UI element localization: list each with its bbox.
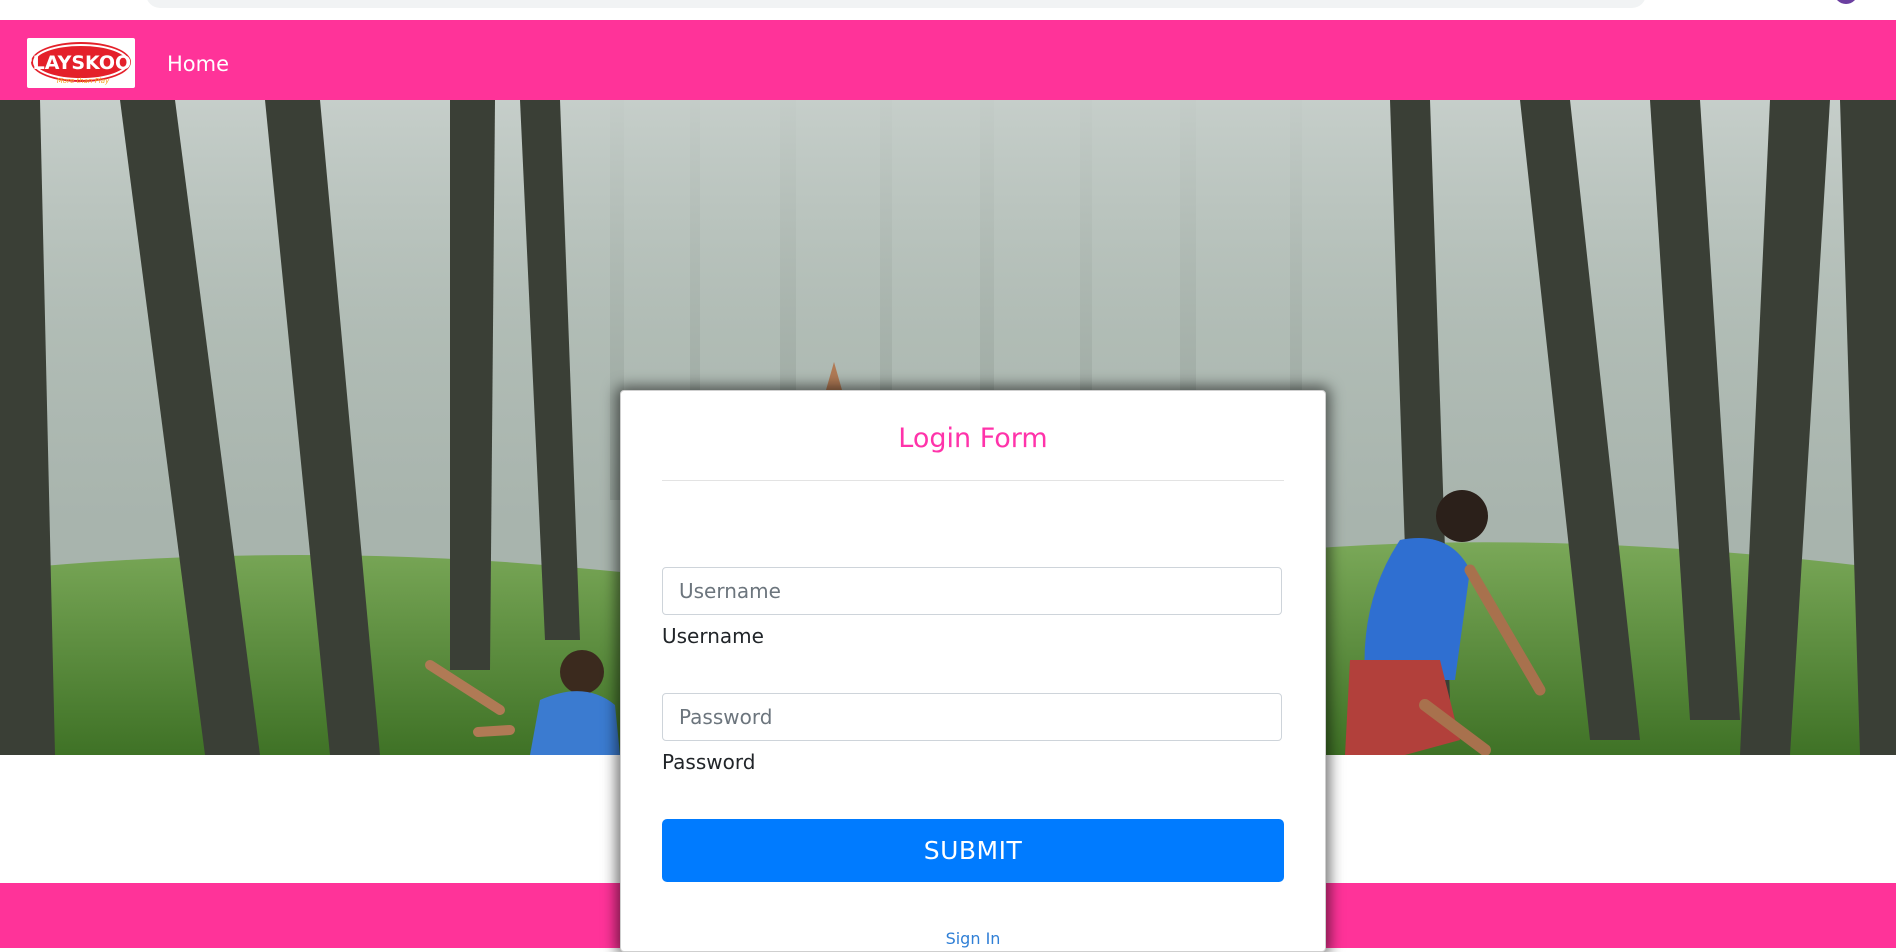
username-label: Username	[662, 624, 764, 648]
logo-graphic: PLAYSKOOL More than Play	[27, 42, 135, 85]
submit-button[interactable]: SUBMIT	[662, 819, 1284, 882]
address-bar[interactable]	[146, 0, 1646, 8]
nav-home-link[interactable]: Home	[167, 52, 229, 76]
title-divider	[662, 480, 1284, 481]
login-card: Login Form Username Password SUBMIT Sign…	[620, 390, 1326, 952]
playskool-logo[interactable]: PLAYSKOOL More than Play	[27, 38, 135, 88]
profile-avatar-icon[interactable]	[1834, 0, 1858, 4]
username-input[interactable]	[662, 567, 1282, 615]
logo-tagline: More than Play	[57, 77, 110, 85]
password-input[interactable]	[662, 693, 1282, 741]
logo-text: PLAYSKOOL	[27, 52, 135, 74]
sign-in-link[interactable]: Sign In	[621, 929, 1325, 948]
login-form-title: Login Form	[898, 423, 1048, 454]
navbar: PLAYSKOOL More than Play Home	[0, 20, 1896, 100]
password-label: Password	[662, 750, 756, 774]
browser-strip	[0, 0, 1896, 21]
